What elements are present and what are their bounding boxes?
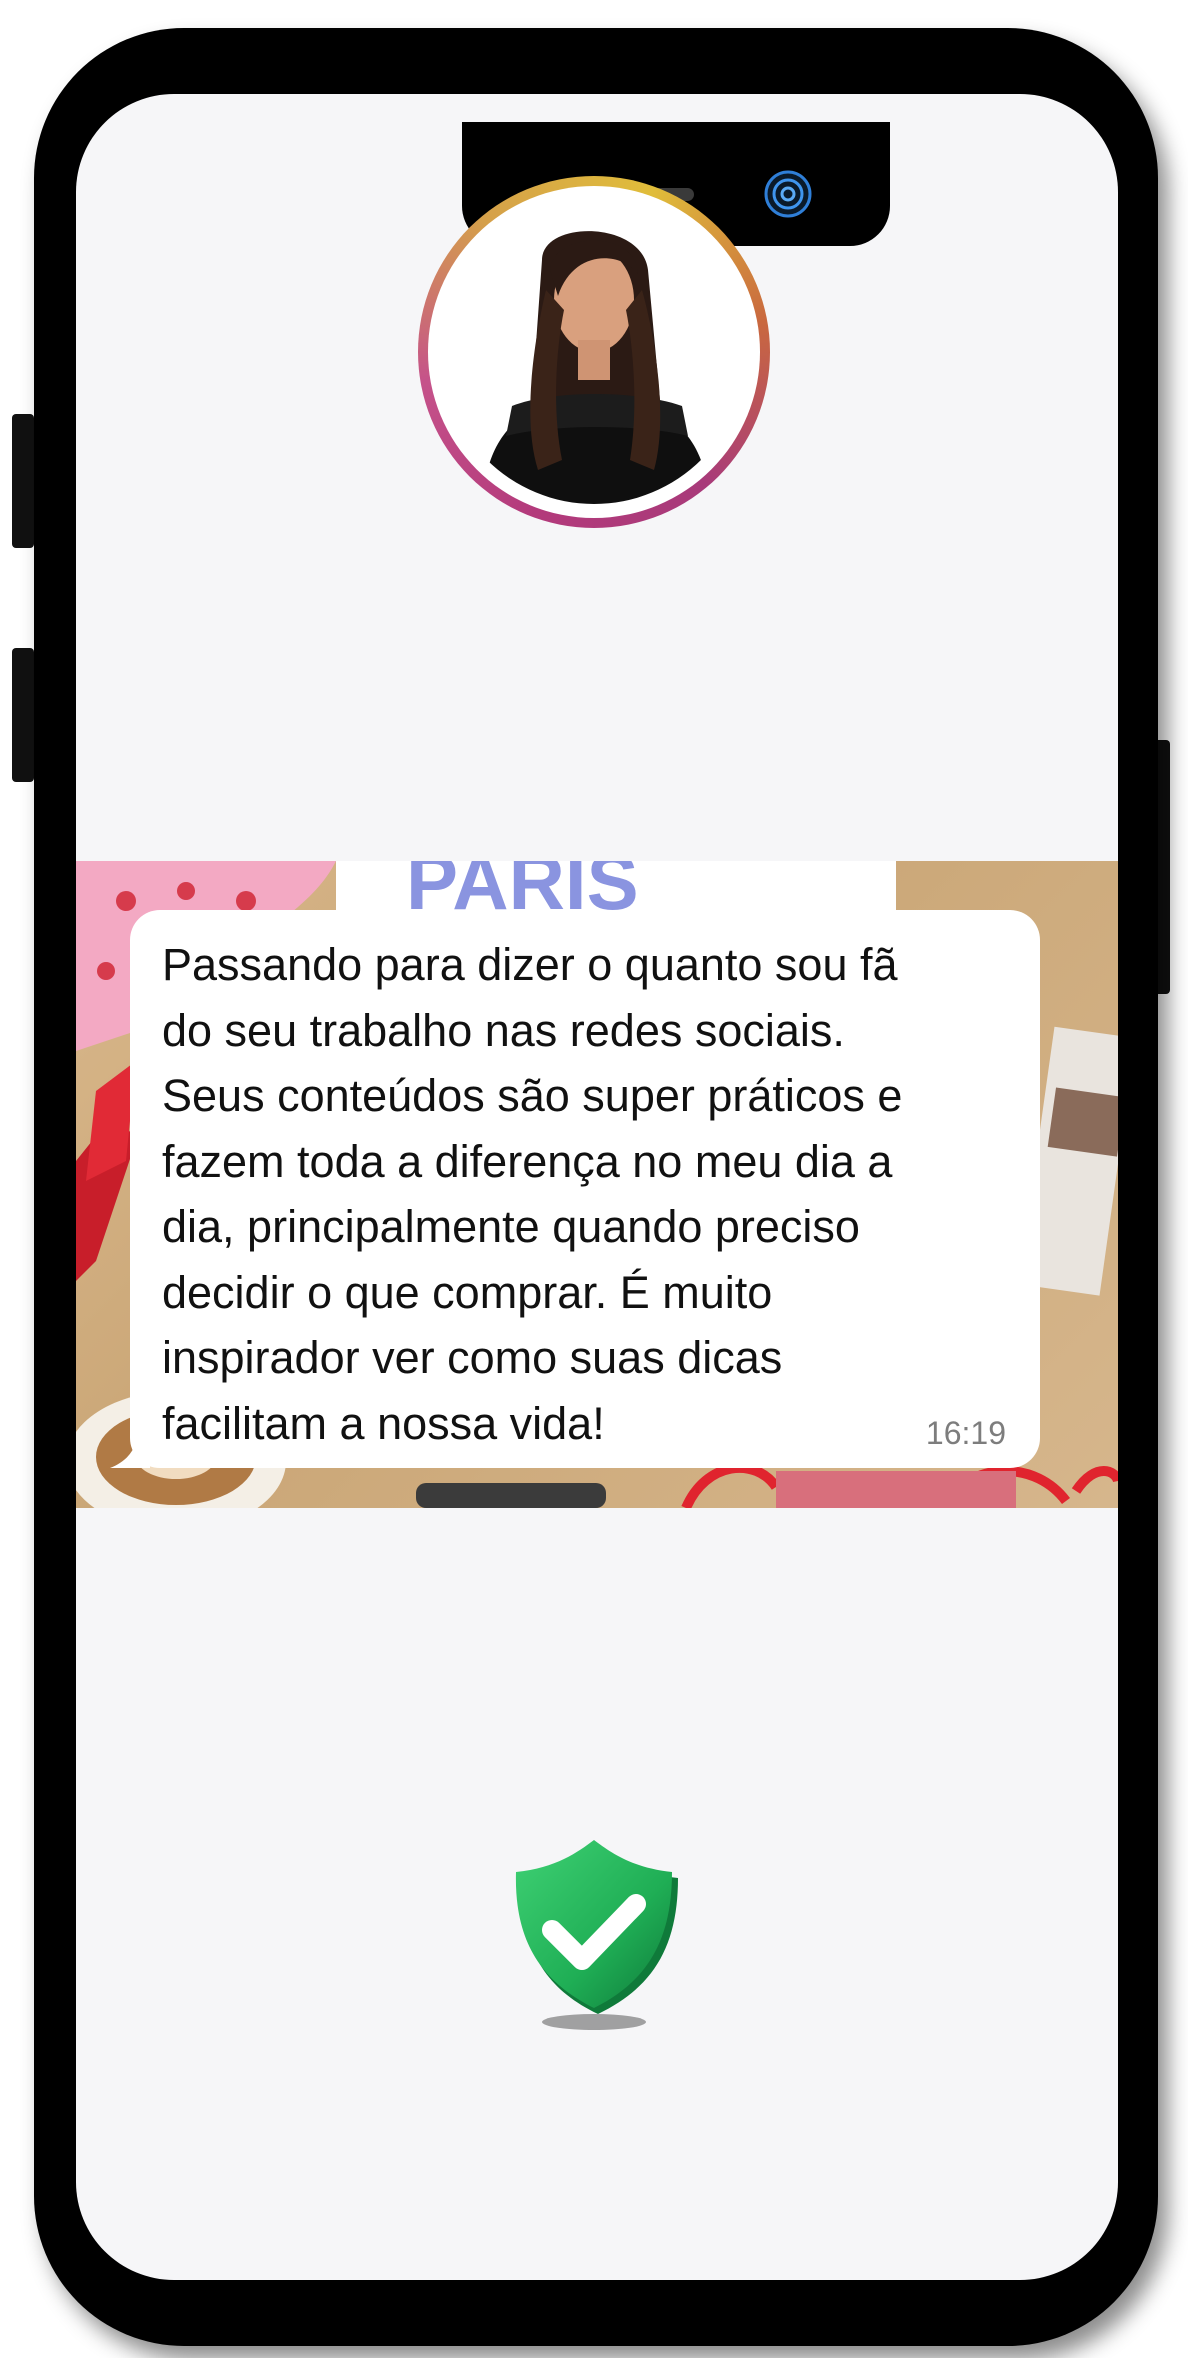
message-line: inspirador ver como suas dicas: [162, 1332, 783, 1383]
profile-photo-icon: [442, 200, 746, 504]
message-line: fazem toda a diferença no meu dia a: [162, 1135, 893, 1187]
volume-up-button[interactable]: [12, 414, 34, 548]
message-line: facilitam a nossa vida!: [162, 1397, 605, 1449]
message-line: decidir o que comprar. É muito: [162, 1266, 773, 1318]
message-line: Seus conteúdos são super práticos e: [162, 1070, 903, 1121]
avatar-story-ring[interactable]: [418, 176, 770, 528]
message-timestamp: 16:19: [925, 1415, 1006, 1451]
verified-shield-check-icon: [515, 1840, 678, 2030]
message-line: dia, principalmente quando preciso: [162, 1201, 860, 1252]
avatar-ring-gap: [428, 186, 760, 518]
message-text: Passando para dizer o quanto sou fã do s…: [162, 932, 1022, 1456]
message-bubble[interactable]: Passando para dizer o quanto sou fã do s…: [130, 910, 1040, 1468]
message-line: do seu trabalho nas redes sociais.: [162, 1004, 845, 1056]
avatar: [442, 200, 746, 504]
message-line: Passando para dizer o quanto sou fã: [162, 939, 898, 990]
front-camera-icon: [764, 170, 812, 218]
bubble-tail: [110, 1428, 150, 1468]
volume-down-button[interactable]: [12, 648, 34, 782]
